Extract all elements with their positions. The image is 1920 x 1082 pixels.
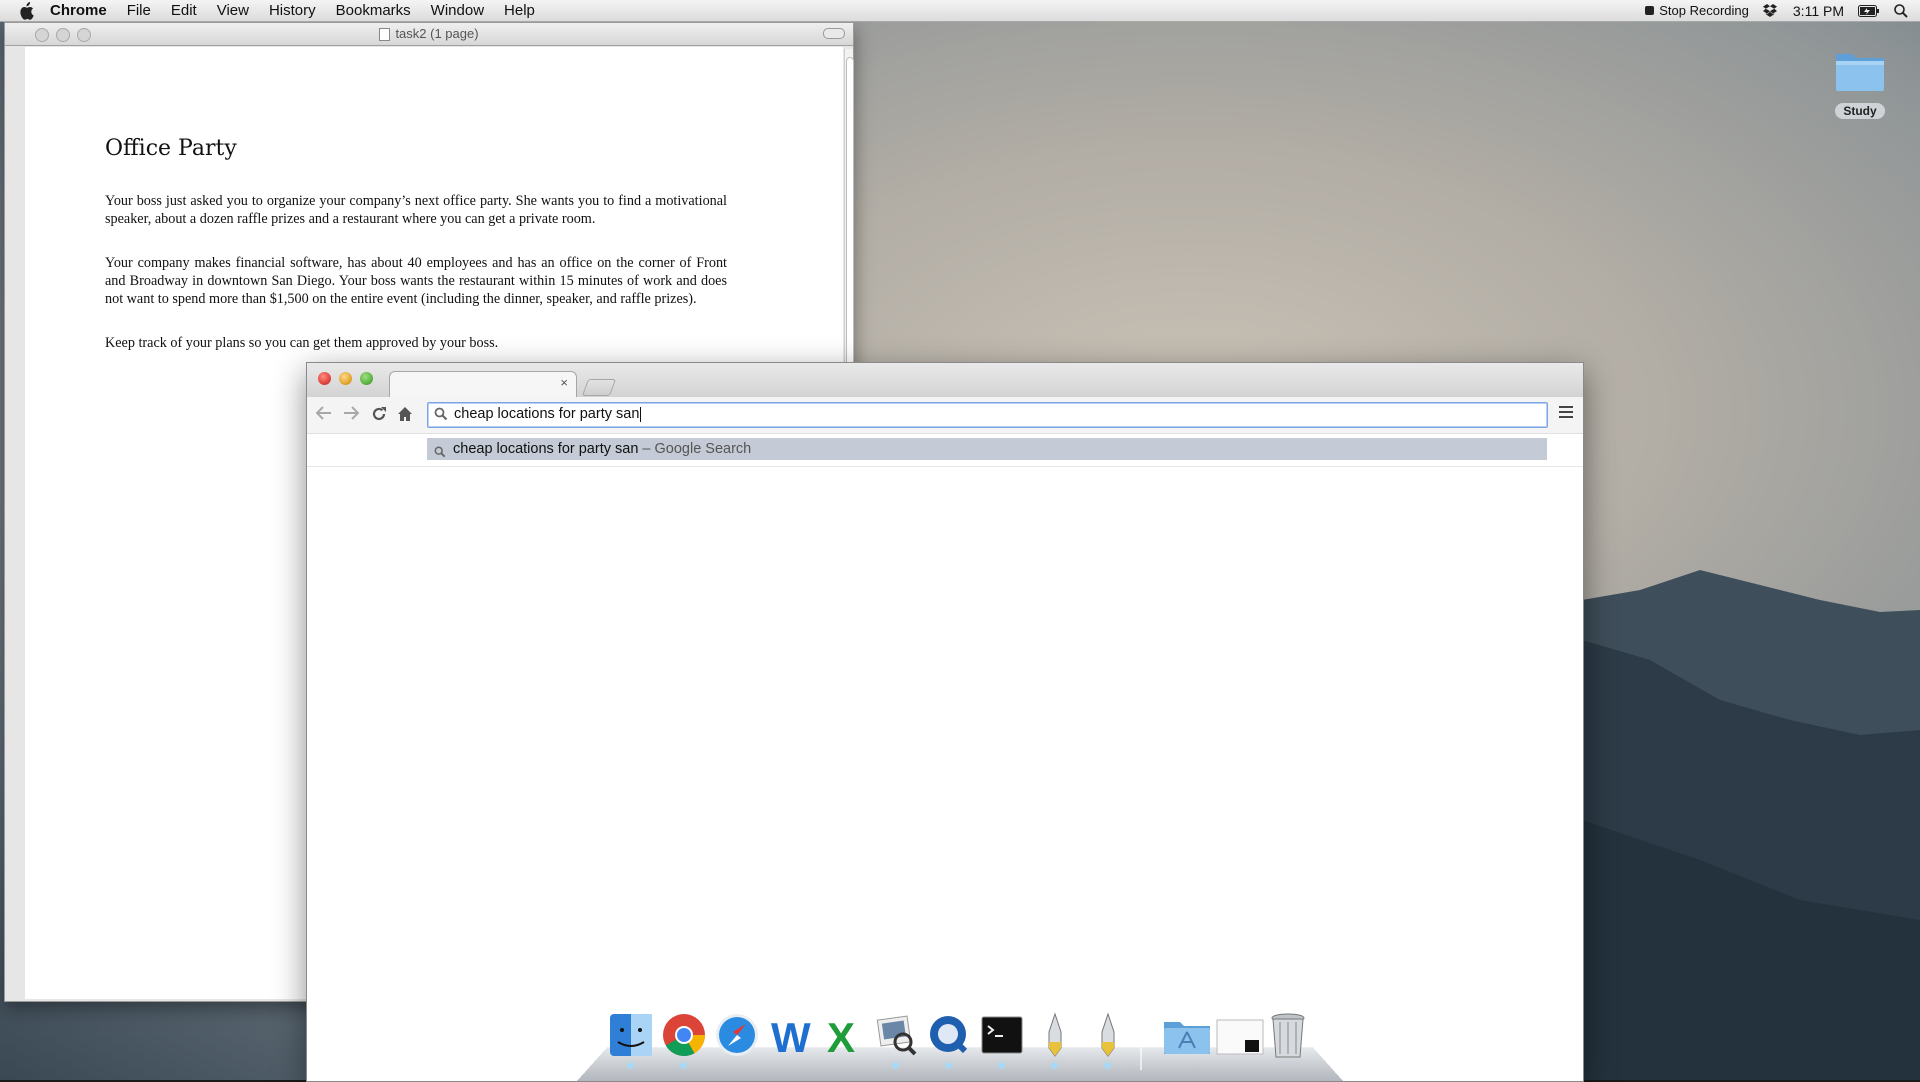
running-indicator — [1105, 1063, 1110, 1068]
running-indicator — [628, 1063, 633, 1068]
chrome-window: × cheap locations for party san cheap lo… — [306, 362, 1584, 1082]
running-indicator — [999, 1063, 1004, 1068]
svg-text:X: X — [827, 1014, 855, 1058]
menu-app-name[interactable]: Chrome — [50, 2, 107, 19]
menu-view[interactable]: View — [217, 2, 249, 19]
home-icon[interactable] — [396, 406, 414, 424]
script-editor-icon[interactable] — [1032, 1012, 1078, 1068]
omnibox-input[interactable]: cheap locations for party san — [427, 402, 1548, 428]
running-indicator — [893, 1063, 898, 1068]
minimize-button[interactable] — [56, 28, 70, 42]
menu-edit[interactable]: Edit — [171, 2, 197, 19]
new-tab-button[interactable] — [581, 379, 617, 396]
close-button[interactable] — [35, 28, 49, 42]
running-indicator — [946, 1063, 951, 1068]
tab-close-icon[interactable]: × — [560, 375, 568, 390]
apple-menu-icon[interactable] — [18, 1, 36, 20]
chrome-icon[interactable] — [661, 1012, 707, 1068]
finder-icon[interactable] — [608, 1012, 654, 1068]
stop-recording-label: Stop Recording — [1659, 3, 1749, 18]
page-content — [307, 467, 1583, 1067]
menu-bar: Chrome File Edit View History Bookmarks … — [0, 0, 1920, 22]
applications-folder-icon[interactable] — [1162, 1012, 1210, 1060]
tab-strip: × — [307, 363, 1583, 398]
menu-clock[interactable]: 3:11 PM — [1793, 3, 1844, 19]
preview-titlebar[interactable]: task2 (1 page) — [5, 23, 853, 46]
terminal-icon[interactable] — [979, 1012, 1025, 1068]
suggestion-hint: – Google Search — [638, 441, 752, 457]
reload-icon[interactable] — [370, 406, 388, 424]
omnibox-suggestion[interactable]: cheap locations for party san – Google S… — [427, 438, 1547, 460]
omnibox-text: cheap locations for party san — [454, 406, 640, 422]
menu-bookmarks[interactable]: Bookmarks — [336, 2, 411, 19]
record-stop-icon — [1645, 6, 1655, 15]
menu-window[interactable]: Window — [431, 2, 484, 19]
excel-icon[interactable]: X — [820, 1012, 866, 1061]
word-icon[interactable]: W — [767, 1012, 813, 1061]
running-indicator — [1052, 1063, 1057, 1068]
close-button[interactable] — [318, 372, 331, 385]
running-indicator — [681, 1063, 686, 1068]
document-paragraph: Your boss just asked you to organize you… — [105, 193, 727, 227]
battery-icon[interactable] — [1858, 4, 1880, 17]
preview-window-title: task2 (1 page) — [395, 26, 479, 41]
documents-icon[interactable] — [1215, 1012, 1264, 1060]
document-icon — [379, 28, 391, 42]
browser-toolbar: cheap locations for party san — [307, 397, 1583, 434]
svg-text:W: W — [771, 1014, 811, 1058]
dropbox-icon[interactable] — [1762, 3, 1779, 18]
forward-arrow-icon[interactable] — [342, 406, 360, 424]
folder-icon — [1836, 54, 1884, 91]
search-icon — [434, 443, 446, 465]
zoom-button[interactable] — [77, 28, 91, 42]
spotlight-search-icon[interactable] — [1894, 3, 1908, 18]
dock: W X — [600, 1012, 1320, 1072]
trash-icon[interactable] — [1268, 1012, 1314, 1060]
document-paragraph: Keep track of your plans so you can get … — [105, 335, 499, 351]
minimize-button[interactable] — [339, 372, 352, 385]
browser-tab[interactable]: × — [389, 371, 577, 398]
search-icon — [434, 407, 448, 426]
study-folder-label: Study — [1835, 103, 1885, 119]
omnibox-dropdown: cheap locations for party san – Google S… — [307, 434, 1583, 467]
back-arrow-icon[interactable] — [315, 406, 333, 424]
study-folder[interactable]: Study — [1832, 46, 1888, 120]
text-caret — [640, 406, 642, 422]
document-paragraph: Your company makes financial software, h… — [105, 255, 727, 307]
preview-icon[interactable] — [873, 1012, 919, 1068]
zoom-button[interactable] — [360, 372, 373, 385]
chrome-menu-icon[interactable] — [1559, 406, 1573, 421]
dock-separator — [1140, 1020, 1142, 1070]
safari-icon[interactable] — [714, 1012, 760, 1060]
menu-history[interactable]: History — [269, 2, 316, 19]
document-title: Office Party — [105, 136, 237, 161]
quicktime-icon[interactable] — [926, 1012, 972, 1068]
script-editor-2-icon[interactable] — [1085, 1012, 1131, 1068]
menu-help[interactable]: Help — [504, 2, 535, 19]
menu-file[interactable]: File — [127, 2, 151, 19]
suggestion-query: cheap locations for party san — [453, 441, 639, 457]
toolbar-toggle-button[interactable] — [823, 28, 845, 39]
stop-recording-button[interactable]: Stop Recording — [1645, 3, 1749, 18]
